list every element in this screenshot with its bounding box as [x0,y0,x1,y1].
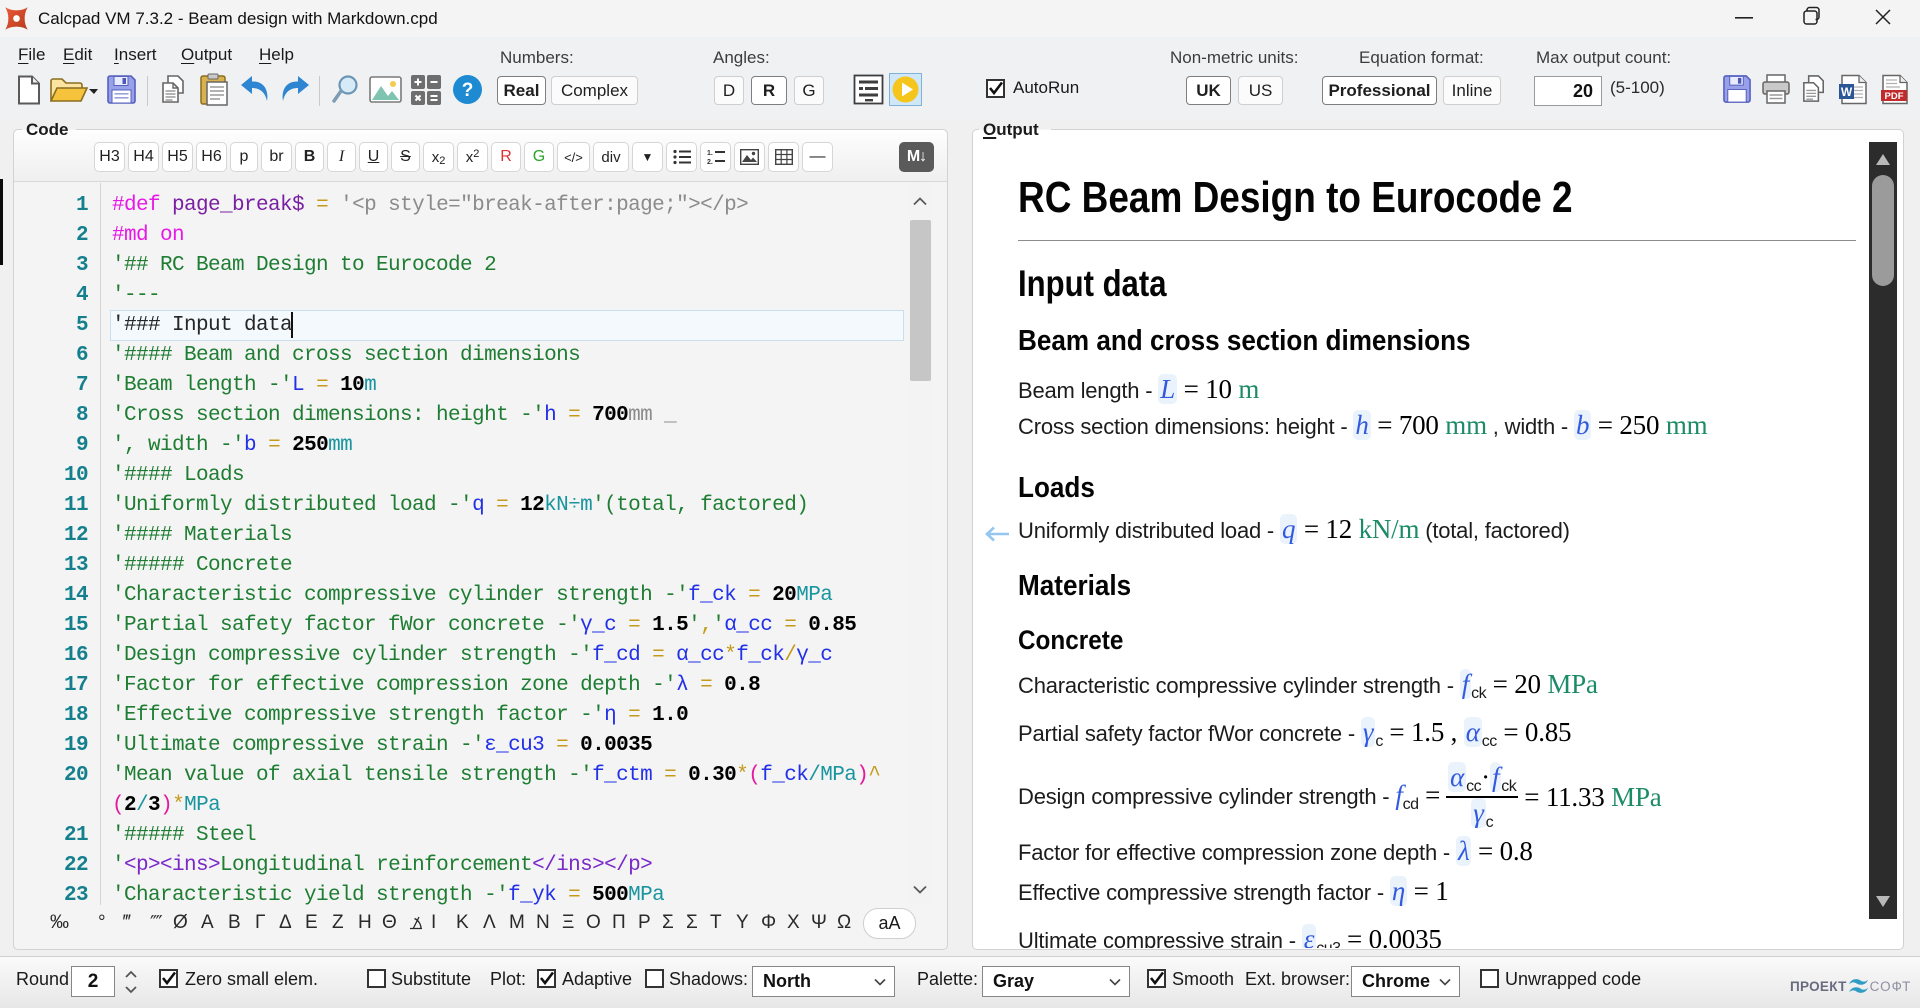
svg-text:?: ? [462,80,474,101]
svg-text:W: W [1841,85,1853,99]
svg-text:2.: 2. [707,159,713,166]
svg-text:1.: 1. [707,150,713,157]
svg-text:PDF: PDF [1885,91,1904,102]
